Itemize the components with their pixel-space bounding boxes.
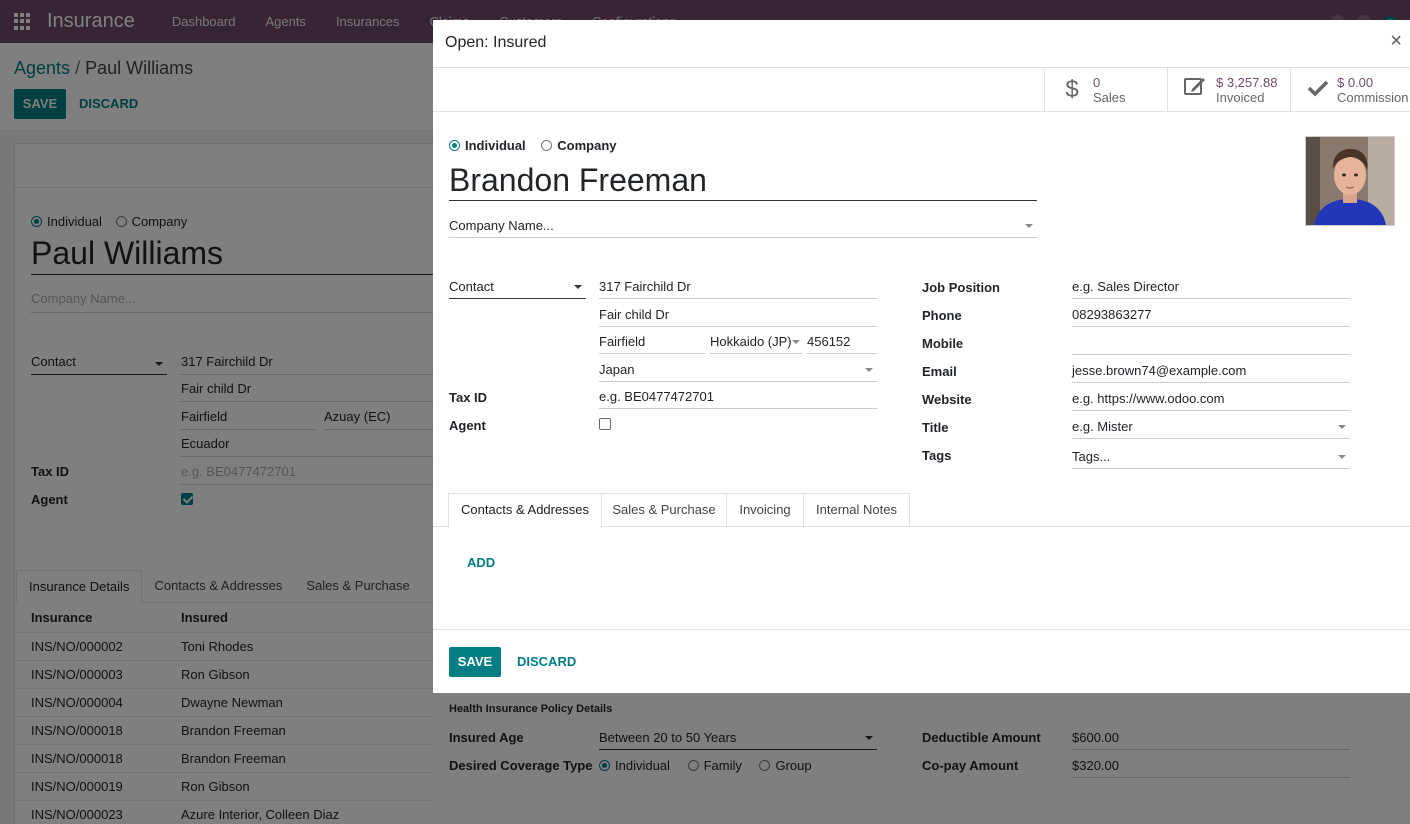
chevron-down-icon <box>865 368 873 372</box>
discard-button[interactable]: DISCARD <box>517 647 576 677</box>
chevron-down-icon <box>574 285 582 289</box>
chevron-down-icon <box>1338 425 1346 429</box>
phone-label: Phone <box>922 308 962 323</box>
country-field[interactable]: Japan <box>599 360 877 382</box>
address-type-value: Contact <box>449 279 494 294</box>
radio-individual-label: Individual <box>465 138 526 153</box>
chevron-down-icon <box>1338 455 1346 459</box>
phone-field[interactable]: 08293863277 <box>1072 305 1350 327</box>
invoiced-value: $ 3,257.88 <box>1216 74 1278 90</box>
title-placeholder: e.g. Mister <box>1072 419 1133 434</box>
mobile-field[interactable] <box>1072 333 1350 355</box>
street-field[interactable]: 317 Fairchild Dr <box>599 277 877 299</box>
tab-contacts-addresses[interactable]: Contacts & Addresses <box>448 493 602 528</box>
title-label: Title <box>922 420 949 435</box>
edit-document-icon <box>1180 75 1210 104</box>
address-type-select[interactable]: Contact <box>449 277 586 299</box>
city-field[interactable]: Fairfield <box>599 332 705 354</box>
chevron-down-icon <box>792 340 800 344</box>
commission-label: Commission <box>1337 89 1409 105</box>
tax-id-field[interactable]: e.g. BE0477472701 <box>599 387 877 409</box>
sales-smart-button[interactable]: $ 0 Sales <box>1044 68 1167 111</box>
company-name-field[interactable]: Company Name... <box>449 216 1037 238</box>
dialog-footer: SAVE DISCARD <box>433 629 1410 693</box>
tags-placeholder: Tags... <box>1072 449 1111 464</box>
tags-field[interactable]: Tags... <box>1072 447 1350 469</box>
save-button[interactable]: SAVE <box>449 647 501 677</box>
job-position-field[interactable]: e.g. Sales Director <box>1072 277 1350 299</box>
add-contact-button[interactable]: ADD <box>467 555 495 570</box>
email-label: Email <box>922 364 957 379</box>
tab-invoicing[interactable]: Invoicing <box>726 493 804 527</box>
street2-field[interactable]: Fair child Dr <box>599 305 877 327</box>
sales-value: 0 <box>1093 74 1101 90</box>
title-select[interactable]: e.g. Mister <box>1072 417 1350 439</box>
website-field[interactable]: e.g. https://www.odoo.com <box>1072 389 1350 411</box>
tags-label: Tags <box>922 448 952 463</box>
smart-button-box: $ 0 Sales $ 3,257.88 Invoiced $ 0.00 Com… <box>433 68 1410 112</box>
tab-internal-notes[interactable]: Internal Notes <box>803 493 910 527</box>
radio-individual[interactable] <box>449 140 460 151</box>
commission-smart-button[interactable]: $ 0.00 Commission <box>1290 68 1410 111</box>
dialog-header: Open: Insured × <box>433 20 1410 68</box>
checkmark-icon <box>1303 76 1333 104</box>
state-value: Hokkaido (JP) <box>710 334 792 349</box>
radio-company-label: Company <box>557 138 617 153</box>
dialog-title: Open: Insured <box>445 34 547 51</box>
company-name-placeholder: Company Name... <box>449 218 554 233</box>
dollar-icon: $ <box>1065 75 1079 103</box>
avatar[interactable] <box>1305 136 1395 226</box>
agent-label: Agent <box>449 418 486 433</box>
mobile-label: Mobile <box>922 336 964 351</box>
agent-checkbox[interactable] <box>599 418 611 430</box>
radio-company[interactable] <box>541 140 553 151</box>
email-field[interactable]: jesse.brown74@example.com <box>1072 361 1350 383</box>
notebook-tabs: Contacts & Addresses Sales & Purchase In… <box>433 493 1410 528</box>
country-value: Japan <box>599 362 635 377</box>
state-field[interactable]: Hokkaido (JP) <box>710 332 802 354</box>
insured-dialog: Open: Insured × $ 0 Sales $ 3,257.88 Inv… <box>433 20 1410 693</box>
name-field[interactable]: Brandon Freeman <box>449 160 1037 201</box>
sales-label: Sales <box>1093 89 1126 105</box>
chevron-down-icon <box>1025 224 1033 228</box>
tab-sales-purchase[interactable]: Sales & Purchase <box>601 493 727 527</box>
tax-id-label: Tax ID <box>449 390 488 405</box>
job-position-label: Job Position <box>922 280 1000 295</box>
invoiced-label: Invoiced <box>1216 89 1265 105</box>
website-label: Website <box>922 392 972 407</box>
invoiced-smart-button[interactable]: $ 3,257.88 Invoiced <box>1167 68 1290 111</box>
commission-value: $ 0.00 <box>1337 74 1374 90</box>
company-type-radio: Individual Company <box>449 138 617 153</box>
zip-field[interactable]: 456152 <box>807 332 877 354</box>
close-icon[interactable]: × <box>1390 31 1402 51</box>
